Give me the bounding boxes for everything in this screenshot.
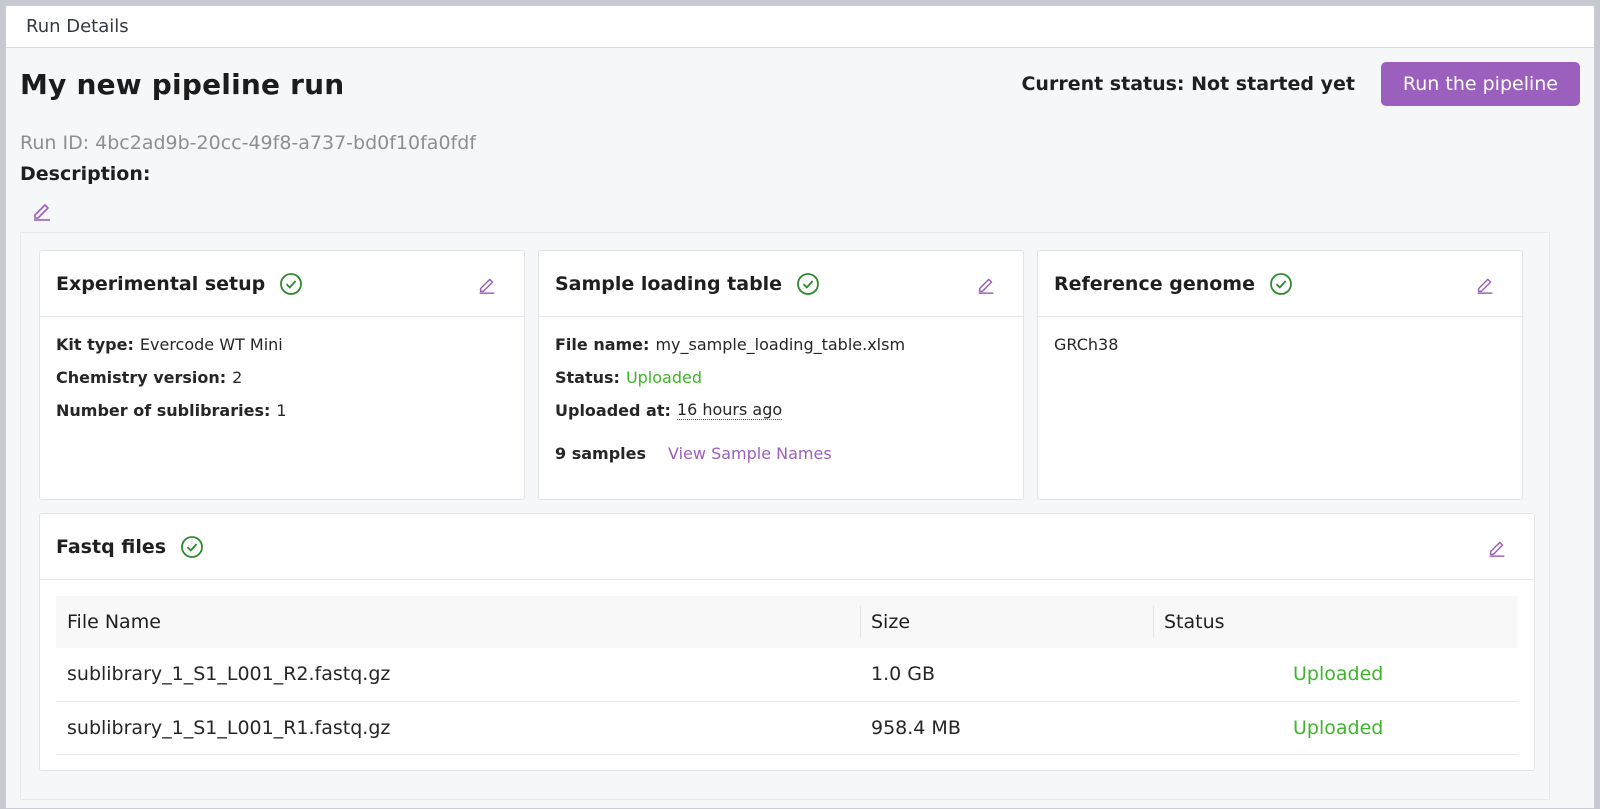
kit-type-label: Kit type: [56,335,134,354]
page-header: My new pipeline run Current status: Not … [20,61,1580,107]
current-status: Current status: Not started yet [1021,73,1355,95]
file-name-cell: sublibrary_1_S1_L001_R2.fastq.gz [67,663,391,686]
experimental-setup-title: Experimental setup [56,272,266,295]
chemistry-version-label: Chemistry version: [56,368,227,387]
uploaded-at-label: Uploaded at: [555,401,671,420]
sublibraries-value: 1 [276,401,287,420]
edit-experimental-setup-pencil-icon[interactable] [476,273,498,295]
file-name-cell: sublibrary_1_S1_L001_R1.fastq.gz [67,716,391,739]
samples-count: 9 samples [555,444,647,463]
uploaded-at-value[interactable]: 16 hours ago [676,401,783,420]
sample-status-row: Status: Uploaded [555,368,1007,387]
kit-type-value: Evercode WT Mini [139,335,283,354]
edit-sample-loading-pencil-icon[interactable] [975,273,997,295]
sample-status-value: Uploaded [625,368,702,387]
fastq-files-title: Fastq files [56,535,167,558]
table-row: sublibrary_1_S1_L001_R2.fastq.gz 1.0 GB … [56,648,1518,701]
edit-description-pencil-icon[interactable] [30,198,54,222]
chemistry-version-value: 2 [232,368,243,387]
reference-genome-card: Reference genome GRCh38 [1037,250,1523,500]
run-details-window: Run Details My new pipeline run Current … [5,5,1595,809]
description-label: Description: [20,163,151,185]
run-content-area: Experimental setup Kit type: Evercode WT… [20,232,1550,800]
reference-genome-value: GRCh38 [1054,335,1119,354]
check-circle-icon [796,272,820,296]
file-name-value: my_sample_loading_table.xlsm [655,335,906,354]
run-id: Run ID: 4bc2ad9b-20cc-49f8-a737-bd0f10fa… [20,132,476,154]
file-name-row: File name: my_sample_loading_table.xlsm [555,335,1007,354]
file-size-cell: 1.0 GB [871,663,936,686]
page-title: My new pipeline run [20,67,345,101]
edit-reference-genome-pencil-icon[interactable] [1474,273,1496,295]
fastq-files-table: File Name Size Status sublibrary_1_S1_L0… [56,596,1518,755]
column-header-file-name[interactable]: File Name [56,596,860,648]
column-header-status[interactable]: Status [1153,596,1518,648]
sublibraries-label: Number of sublibraries: [56,401,271,420]
sample-status-label: Status: [555,368,620,387]
column-header-size[interactable]: Size [860,596,1153,648]
experimental-setup-card: Experimental setup Kit type: Evercode WT… [39,250,525,500]
run-pipeline-button[interactable]: Run the pipeline [1380,62,1580,106]
sublibraries-row: Number of sublibraries: 1 [56,401,508,420]
sample-loading-title: Sample loading table [555,272,783,295]
file-size-cell: 958.4 MB [871,716,961,739]
view-sample-names-link[interactable]: View Sample Names [668,444,832,463]
table-row: sublibrary_1_S1_L001_R1.fastq.gz 958.4 M… [56,701,1518,754]
sample-loading-table-card: Sample loading table File name: my_sampl… [538,250,1024,500]
table-header-row: File Name Size Status [56,596,1518,648]
window-title: Run Details [26,16,129,37]
check-circle-icon [1269,272,1293,296]
kit-type-row: Kit type: Evercode WT Mini [56,335,508,354]
file-name-label: File name: [555,335,650,354]
file-status-cell: Uploaded [1293,716,1384,739]
fastq-files-card: Fastq files File Name Size Status sublib… [39,513,1535,771]
edit-fastq-files-pencil-icon[interactable] [1486,536,1508,558]
check-circle-icon [279,272,303,296]
window-titlebar: Run Details [6,6,1594,48]
file-status-cell: Uploaded [1293,663,1384,686]
chemistry-version-row: Chemistry version: 2 [56,368,508,387]
samples-row: 9 samples View Sample Names [555,444,1007,463]
reference-genome-title: Reference genome [1054,272,1255,295]
check-circle-icon [180,535,204,559]
header-actions: Current status: Not started yet Run the … [1021,62,1580,106]
uploaded-at-row: Uploaded at: 16 hours ago [555,401,1007,420]
